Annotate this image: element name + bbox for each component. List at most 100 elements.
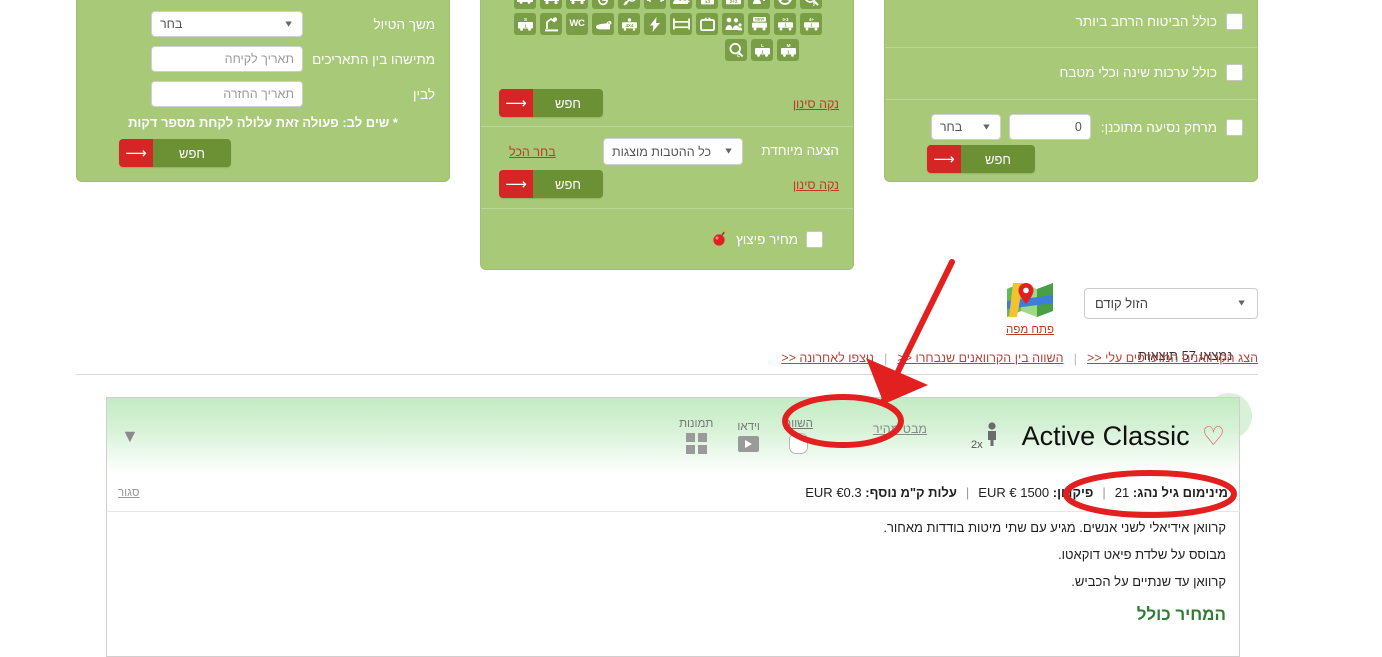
search-button-right[interactable]: חפש ⟶: [927, 145, 1035, 173]
arrow-left-icon: ⟶: [499, 89, 533, 117]
feature-icon-row: c L1 M1: [537, 39, 799, 61]
images-label: תמונות: [679, 418, 713, 430]
compare-checkbox-icon: [789, 433, 808, 454]
checkbox-bedding-kitchen[interactable]: [1226, 64, 1243, 81]
search-button-mid-2[interactable]: חפש ⟶: [499, 170, 603, 198]
filter-panel-trip-duration: משך הטיול ▼ בחר מתישהו בין התאריכים תארי…: [76, 0, 450, 182]
input-pickup-date[interactable]: תאריך לקיחה: [151, 46, 303, 72]
bunk-bed-icon[interactable]: [670, 13, 692, 35]
family-icon[interactable]: [722, 13, 744, 35]
svg-text:+4: +4: [809, 17, 814, 22]
sort-select-value: הזול קודם: [1095, 296, 1148, 311]
filter-panel-features: A x3 2+2: [480, 0, 854, 270]
lightning-icon[interactable]: [644, 13, 666, 35]
select-all-link[interactable]: בחר הכל: [509, 143, 556, 161]
min-age-value: 21: [1115, 485, 1129, 500]
key-a-icon[interactable]: A: [618, 0, 640, 9]
svg-text:NEW: NEW: [754, 17, 763, 22]
input-return-date[interactable]: תאריך החזרה: [151, 81, 303, 107]
compare-label: השווה: [784, 418, 813, 430]
quick-links-bar: הצג הקרוואנים המועדפים עלי << | השווה בי…: [76, 345, 1258, 371]
search-button-mid-2-label: חפש: [533, 170, 603, 198]
label-until: לבין: [315, 87, 435, 102]
x3-camper-icon[interactable]: x3: [696, 0, 718, 9]
tv-icon[interactable]: [696, 13, 718, 35]
chevron-down-icon: ▼: [283, 20, 294, 29]
images-button[interactable]: תמונות: [679, 418, 713, 454]
sort-select[interactable]: ▼ הזול קודם: [1084, 288, 1258, 319]
magnifier-y-icon[interactable]: y: [800, 0, 822, 9]
filter-panel-extras: כולל הביטוח הרחב ביותר כולל ערכות שינה ו…: [884, 0, 1258, 182]
crane-icon[interactable]: [540, 13, 562, 35]
campervan-icon[interactable]: [514, 0, 536, 9]
camper-arrow-icon[interactable]: [540, 0, 562, 9]
filter-row-return-date: לבין תאריך החזרה: [77, 80, 449, 108]
feature-icon-grid: A x3 2+2: [481, 0, 855, 65]
chevron-down-icon: ▼: [723, 147, 734, 156]
link-compare-selected[interactable]: השווה בין הקרוואנים שנבחרו <<: [897, 351, 1063, 365]
duration-note: * שים לב: פעולה זאת עלולה לקחת מספר דקות: [77, 115, 449, 130]
checkbox-widest-insurance[interactable]: [1226, 13, 1243, 30]
compare-toggle[interactable]: השווה: [784, 418, 813, 454]
detail-separator: |: [966, 485, 969, 500]
svg-text:S: S: [523, 17, 526, 22]
label-planned-distance: מרחק נסיעה מתוכנן:: [1101, 120, 1217, 135]
magnifier-c-icon[interactable]: c: [725, 39, 747, 61]
new-camper-icon[interactable]: NEW: [748, 13, 770, 35]
select-trip-duration[interactable]: ▼ בחר: [151, 11, 303, 37]
link-recently-viewed[interactable]: ניצפו לאחרונה <<: [781, 351, 874, 365]
horizontal-rule: [76, 374, 1258, 375]
open-map-label: פתח מפה: [1006, 324, 1054, 336]
search-button-mid-1[interactable]: חפש ⟶: [499, 89, 603, 117]
detail-separator: |: [1102, 485, 1105, 500]
plus4-camper-icon[interactable]: +41: [800, 13, 822, 35]
close-link[interactable]: סגור: [118, 487, 140, 499]
filter-row-pickup-date: מתישהו בין התאריכים תאריך לקיחה: [77, 45, 449, 73]
search-button-left-label: חפש: [153, 139, 231, 167]
seal-icon[interactable]: [592, 13, 614, 35]
play-icon: [738, 436, 759, 452]
wheelchair-icon[interactable]: [592, 0, 614, 9]
0-3-camper-icon[interactable]: 0-31: [774, 13, 796, 35]
input-distance-value[interactable]: 0: [1009, 114, 1091, 140]
video-button[interactable]: וידאו: [737, 421, 760, 452]
checkbox-hot-price[interactable]: [806, 231, 823, 248]
min-age-label: מינימום גיל נהג:: [1133, 485, 1228, 500]
feature-icon-row: A x3 2+2: [514, 0, 822, 9]
select-trip-duration-value: בחר: [160, 17, 182, 31]
2plus2-camper-icon[interactable]: 2+2: [722, 0, 744, 9]
link-favorites[interactable]: הצג הקרוואנים המועדפים עלי <<: [1087, 351, 1258, 365]
steering-wheel-icon[interactable]: [774, 0, 796, 9]
wc-icon[interactable]: WC: [566, 13, 588, 35]
dumbbell-icon[interactable]: [644, 0, 666, 9]
deposit-value: 1500: [1020, 485, 1049, 500]
search-button-left[interactable]: חפש ⟶: [119, 139, 231, 167]
description-line: קרוואן עד שנתיים על הכביש.: [120, 568, 1226, 595]
camper-m-icon[interactable]: M1: [777, 39, 799, 61]
svg-text:0-3: 0-3: [782, 17, 789, 22]
quick-view-link[interactable]: מבט מהיר: [873, 422, 927, 436]
page-root: משך הטיול ▼ בחר מתישהו בין התאריכים תארי…: [0, 0, 1382, 647]
select-special-offer[interactable]: ▼ כל ההטבות מוצגות: [603, 138, 743, 165]
link-separator: |: [1074, 351, 1077, 366]
person-icon: [984, 422, 1000, 451]
person-plus-icon[interactable]: [748, 0, 770, 9]
4x4-icon[interactable]: 4X4: [618, 13, 640, 35]
open-map-button[interactable]: פתח מפה: [1002, 281, 1058, 336]
camper-s-icon[interactable]: S1: [514, 13, 536, 35]
camper-l-icon[interactable]: L1: [751, 39, 773, 61]
clear-filter-link-1[interactable]: נקה סינון: [793, 95, 839, 113]
svg-text:4X4: 4X4: [625, 23, 633, 28]
select-distance-unit[interactable]: ▼ בחר: [931, 114, 1001, 140]
chevron-down-icon[interactable]: ▼: [121, 427, 139, 445]
price-includes-heading: המחיר כולל: [120, 605, 1226, 625]
people-plus-icon[interactable]: [670, 0, 692, 9]
camper-double-icon[interactable]: [566, 0, 588, 9]
heart-icon[interactable]: ♡: [1202, 423, 1225, 449]
input-return-date-placeholder: תאריך החזרה: [223, 87, 294, 101]
extras-row-kits: כולל ערכות שינה וכלי מטבח: [885, 64, 1257, 81]
min-age-group: מינימום גיל נהג: 21: [1115, 485, 1228, 500]
checkbox-planned-distance[interactable]: [1226, 119, 1243, 136]
clear-filter-link-2[interactable]: נקה סינון: [793, 176, 839, 194]
grid-icon: [686, 433, 707, 454]
